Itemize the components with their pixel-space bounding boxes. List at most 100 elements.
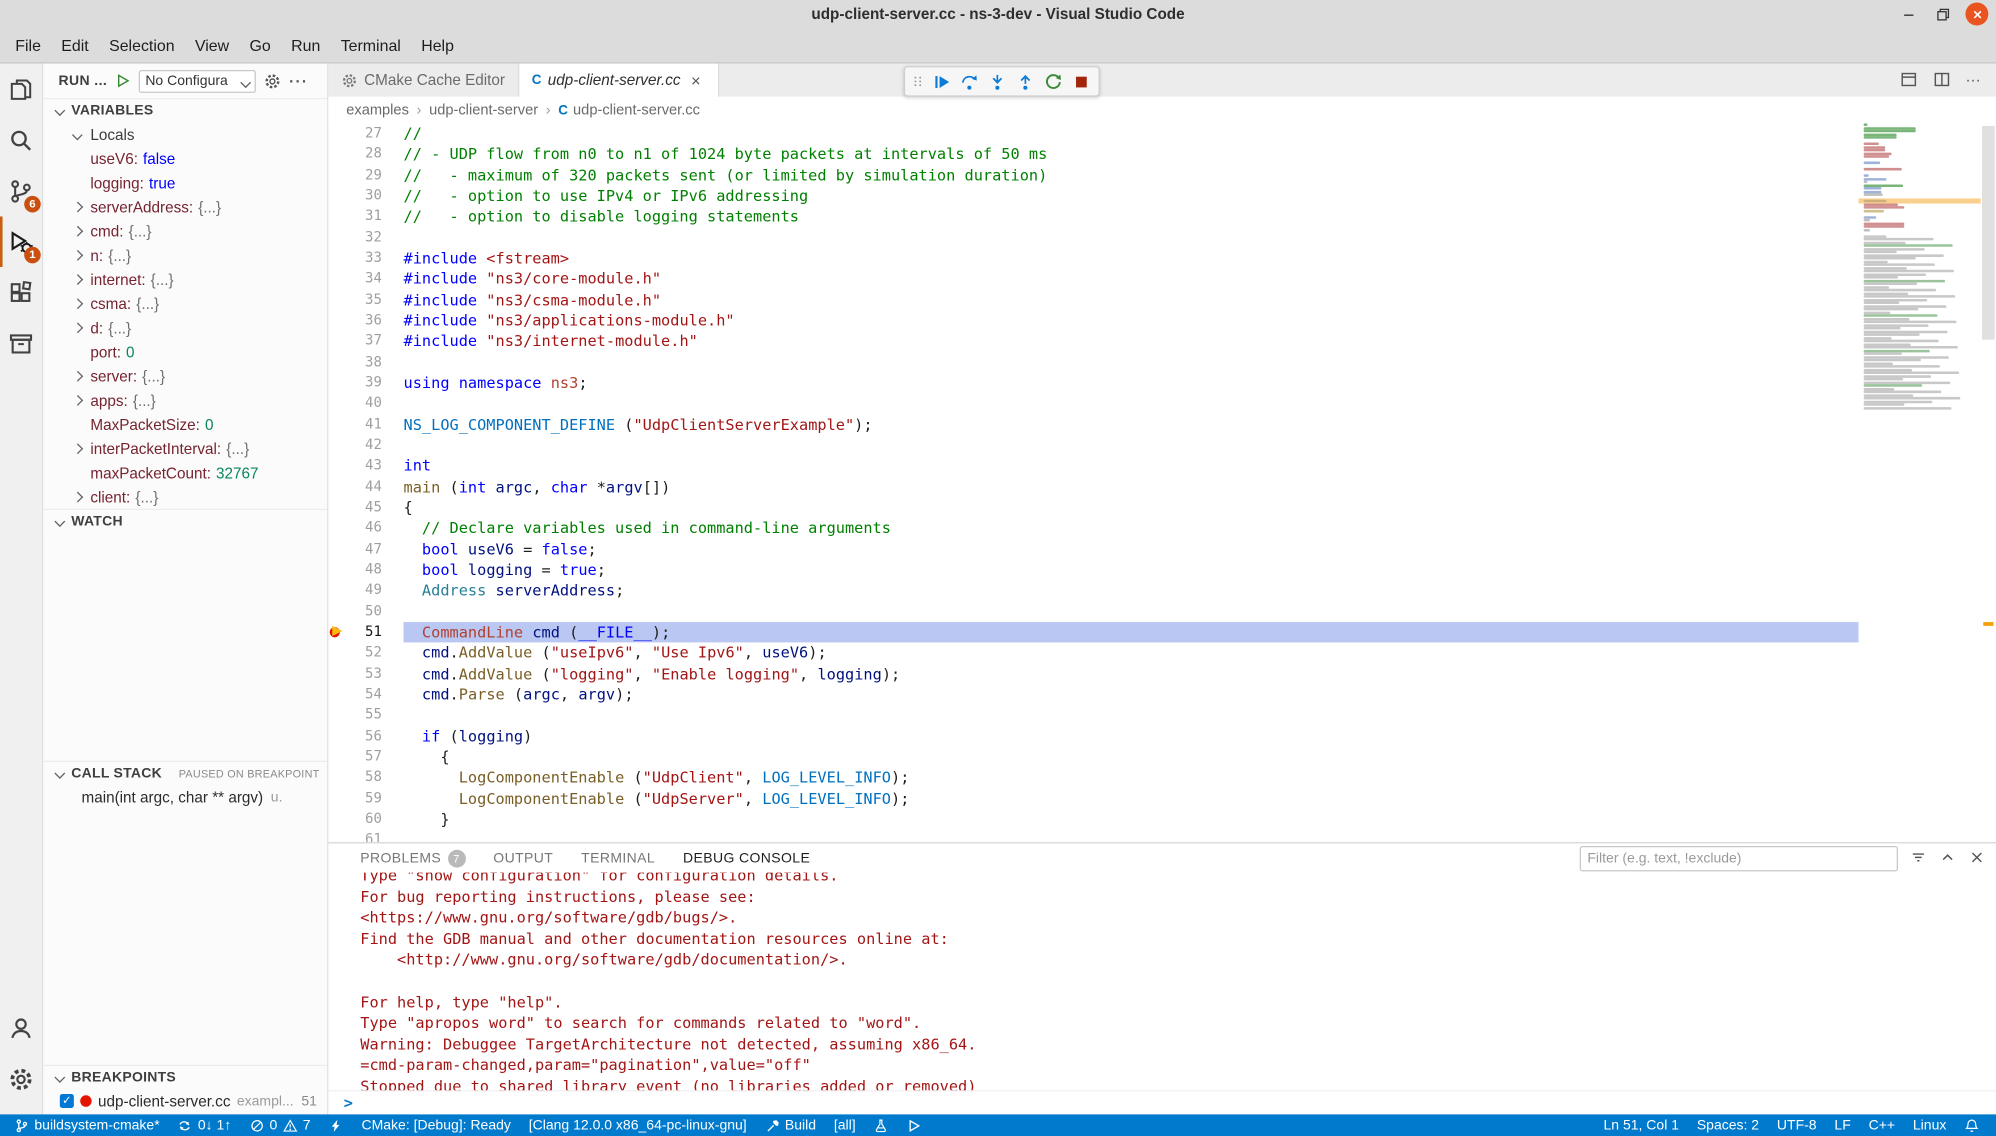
activity-cmake-tools[interactable] bbox=[0, 318, 42, 369]
status-encoding[interactable]: UTF-8 bbox=[1768, 1114, 1826, 1136]
gutter-breakpoint-slot[interactable] bbox=[328, 352, 348, 373]
status-cmake-target[interactable]: [all] bbox=[825, 1114, 865, 1136]
step-over-button[interactable] bbox=[955, 69, 983, 94]
variable-row[interactable]: server:{...} bbox=[43, 364, 327, 388]
code-line[interactable]: 33#include <fstream> bbox=[328, 248, 1858, 269]
status-scm-branch[interactable]: buildsystem-cmake* bbox=[5, 1114, 168, 1136]
status-launch[interactable] bbox=[898, 1114, 931, 1136]
gutter-breakpoint-slot[interactable] bbox=[328, 248, 348, 269]
code-line[interactable]: 57 { bbox=[328, 747, 1858, 768]
activity-extensions[interactable] bbox=[0, 267, 42, 318]
status-indentation[interactable]: Spaces: 2 bbox=[1688, 1114, 1768, 1136]
close-icon[interactable] bbox=[1965, 3, 1988, 26]
gutter-breakpoint-slot[interactable] bbox=[328, 560, 348, 581]
variable-row[interactable]: internet:{...} bbox=[43, 267, 327, 291]
status-cmake-build[interactable]: Build bbox=[756, 1114, 825, 1136]
panel-tab-output[interactable]: OUTPUT bbox=[493, 843, 553, 872]
gutter-breakpoint-slot[interactable] bbox=[328, 830, 348, 843]
start-debug-icon[interactable] bbox=[115, 73, 132, 90]
code-line[interactable]: 49 Address serverAddress; bbox=[328, 580, 1858, 601]
debug-console-input-row[interactable]: > bbox=[328, 1090, 1996, 1114]
gutter-breakpoint-slot[interactable] bbox=[328, 310, 348, 331]
variable-row[interactable]: logging:true bbox=[43, 170, 327, 194]
line-number[interactable]: 35 bbox=[349, 290, 382, 311]
code-line[interactable]: 31// - option to disable logging stateme… bbox=[328, 206, 1858, 227]
line-number[interactable]: 51 bbox=[349, 622, 382, 643]
line-number[interactable]: 39 bbox=[349, 373, 382, 394]
panel-tab-terminal[interactable]: TERMINAL bbox=[581, 843, 655, 872]
gutter-breakpoint-slot[interactable] bbox=[328, 373, 348, 394]
code-line[interactable]: 27// bbox=[328, 123, 1858, 144]
code-line[interactable]: 29// - maximum of 320 packets sent (or l… bbox=[328, 165, 1858, 186]
code-line[interactable]: 54 cmd.Parse (argc, argv); bbox=[328, 684, 1858, 705]
status-ctest[interactable] bbox=[865, 1114, 898, 1136]
variable-row[interactable]: maxPacketCount:32767 bbox=[43, 461, 327, 485]
code-line[interactable]: 34#include "ns3/core-module.h" bbox=[328, 269, 1858, 290]
menu-item-go[interactable]: Go bbox=[239, 36, 281, 54]
code-line[interactable]: 56 if (logging) bbox=[328, 726, 1858, 747]
gutter-breakpoint-slot[interactable] bbox=[328, 809, 348, 830]
status-problems[interactable]: 07 bbox=[240, 1114, 319, 1136]
code-editor[interactable]: 27//28// - UDP flow from n0 to n1 of 102… bbox=[328, 123, 1858, 842]
gutter-breakpoint-slot[interactable] bbox=[328, 518, 348, 539]
gutter-breakpoint-slot[interactable] bbox=[328, 767, 348, 788]
variable-row[interactable]: n:{...} bbox=[43, 243, 327, 267]
tab-cmake-cache-editor[interactable]: CMake Cache Editor bbox=[328, 64, 519, 97]
drag-handle-icon[interactable] bbox=[909, 73, 927, 91]
minimize-icon[interactable] bbox=[1897, 3, 1920, 26]
code-line[interactable]: 52 cmd.AddValue ("useIpv6", "Use Ipv6", … bbox=[328, 643, 1858, 664]
gutter-breakpoint-slot[interactable] bbox=[328, 144, 348, 165]
activity-accounts[interactable] bbox=[0, 1002, 42, 1053]
line-number[interactable]: 53 bbox=[349, 663, 382, 684]
restart-button[interactable] bbox=[1039, 69, 1067, 94]
panel-tab-problems[interactable]: PROBLEMS7 bbox=[360, 843, 465, 872]
code-line[interactable]: 36#include "ns3/applications-module.h" bbox=[328, 310, 1858, 331]
step-out-button[interactable] bbox=[1011, 69, 1039, 94]
gutter-breakpoint-slot[interactable] bbox=[328, 684, 348, 705]
status-eol[interactable]: LF bbox=[1826, 1114, 1860, 1136]
line-number[interactable]: 36 bbox=[349, 310, 382, 331]
editor-scrollbar[interactable] bbox=[1981, 123, 1996, 842]
breakpoint-checkbox[interactable]: ✓ bbox=[60, 1094, 74, 1108]
step-into-button[interactable] bbox=[983, 69, 1011, 94]
line-number[interactable]: 47 bbox=[349, 539, 382, 560]
code-line[interactable]: 42 bbox=[328, 435, 1858, 456]
variable-row[interactable]: Locals bbox=[43, 122, 327, 146]
gutter-breakpoint-slot[interactable] bbox=[328, 456, 348, 477]
line-number[interactable]: 45 bbox=[349, 497, 382, 518]
code-line[interactable]: 53 cmd.AddValue ("logging", "Enable logg… bbox=[328, 663, 1858, 684]
menu-item-view[interactable]: View bbox=[185, 36, 240, 54]
code-line[interactable]: 44main (int argc, char *argv[]) bbox=[328, 477, 1858, 498]
status-cmake-status[interactable]: CMake: [Debug]: Ready bbox=[353, 1114, 520, 1136]
more-actions-icon[interactable]: ··· bbox=[1965, 71, 1980, 89]
breadcrumb-item[interactable]: Cudp-client-server.cc bbox=[558, 102, 700, 117]
variable-row[interactable]: d:{...} bbox=[43, 315, 327, 339]
gutter-breakpoint-slot[interactable] bbox=[328, 705, 348, 726]
gutter-breakpoint-slot[interactable] bbox=[328, 539, 348, 560]
code-line[interactable]: 61 bbox=[328, 830, 1858, 843]
code-line[interactable]: 38 bbox=[328, 352, 1858, 373]
line-number[interactable]: 46 bbox=[349, 518, 382, 539]
line-number[interactable]: 38 bbox=[349, 352, 382, 373]
code-line[interactable]: 55 bbox=[328, 705, 1858, 726]
menu-item-help[interactable]: Help bbox=[411, 36, 464, 54]
minimap[interactable] bbox=[1859, 123, 1981, 842]
variable-row[interactable]: MaxPacketSize:0 bbox=[43, 412, 327, 436]
variable-row[interactable]: port:0 bbox=[43, 340, 327, 364]
variable-row[interactable]: apps:{...} bbox=[43, 388, 327, 412]
debug-config-dropdown[interactable]: No Configura bbox=[139, 69, 256, 92]
line-number[interactable]: 60 bbox=[349, 809, 382, 830]
code-line[interactable]: 60 } bbox=[328, 809, 1858, 830]
line-number[interactable]: 48 bbox=[349, 560, 382, 581]
gutter-breakpoint-slot[interactable] bbox=[328, 435, 348, 456]
code-line[interactable]: 35#include "ns3/csma-module.h" bbox=[328, 290, 1858, 311]
code-line[interactable]: 41NS_LOG_COMPONENT_DEFINE ("UdpClientSer… bbox=[328, 414, 1858, 435]
code-line[interactable]: 30// - option to use IPv4 or IPv6 addres… bbox=[328, 186, 1858, 207]
gutter-breakpoint-slot[interactable] bbox=[328, 601, 348, 622]
line-number[interactable]: 30 bbox=[349, 186, 382, 207]
variable-row[interactable]: interPacketInterval:{...} bbox=[43, 436, 327, 460]
line-number[interactable]: 52 bbox=[349, 643, 382, 664]
line-number[interactable]: 49 bbox=[349, 580, 382, 601]
line-number[interactable]: 44 bbox=[349, 477, 382, 498]
gutter-breakpoint-slot[interactable] bbox=[328, 477, 348, 498]
